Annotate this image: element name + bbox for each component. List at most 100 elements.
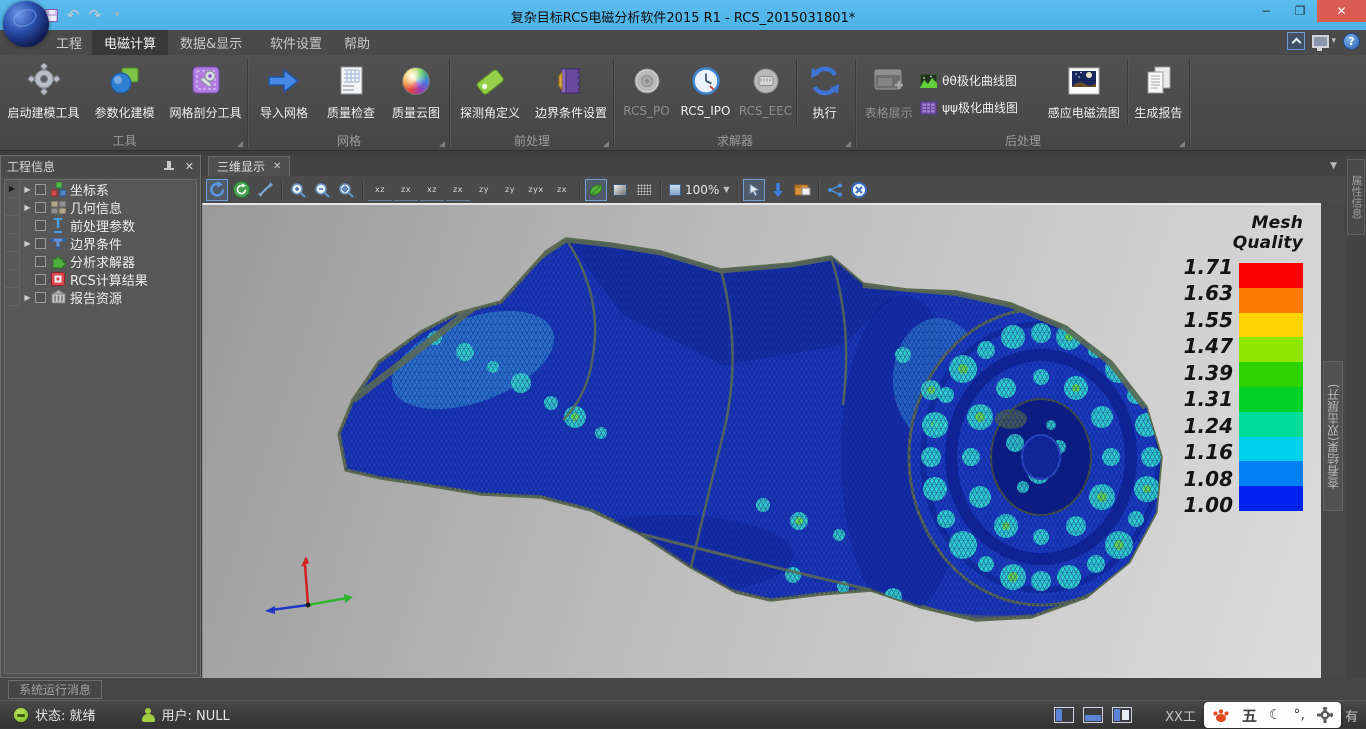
ime-punctuation-icon[interactable]: °, xyxy=(1294,707,1305,723)
view-zx2-button[interactable]: zx xyxy=(446,179,470,201)
expander-icon[interactable]: ▶ xyxy=(20,203,35,212)
properties-tab[interactable]: 属性信息 xyxy=(1347,159,1365,235)
ime-wubi-mode[interactable]: 五 xyxy=(1242,705,1257,726)
3d-viewport[interactable]: Mesh Quality 1.711.63 1.551.47 1.391.31 … xyxy=(202,203,1321,678)
probe-angle-button[interactable]: 探测角定义 xyxy=(451,56,529,121)
generate-report-button[interactable]: 生成报告 xyxy=(1128,56,1189,121)
solver-rcs-eec-button[interactable]: RCS_EEC xyxy=(736,56,796,118)
view-zx-button[interactable]: zx xyxy=(394,179,418,201)
layout-left-panel-icon[interactable] xyxy=(1054,707,1074,723)
zoom-in-button[interactable] xyxy=(287,179,309,201)
cancel-button[interactable] xyxy=(848,179,870,201)
checkbox[interactable] xyxy=(35,220,46,231)
share-link-button[interactable] xyxy=(824,179,846,201)
clock-icon xyxy=(690,61,722,101)
parametric-modeling-button[interactable]: 参数化建模 xyxy=(85,56,165,121)
boundary-condition-button[interactable]: 边界条件设置 xyxy=(529,56,613,121)
ribbon-tab-settings[interactable]: 软件设置 xyxy=(258,30,334,55)
checkbox[interactable] xyxy=(35,292,46,303)
tree-item-preprocess-params[interactable]: T 前处理参数 xyxy=(5,216,196,234)
app-logo-icon xyxy=(3,1,49,47)
execute-button[interactable]: 执行 xyxy=(797,56,853,121)
ime-settings-gear-icon[interactable] xyxy=(1317,707,1333,723)
help-button[interactable]: ? xyxy=(1343,33,1360,50)
rotate-view-button[interactable] xyxy=(206,179,228,201)
tree-item-coordinate-system[interactable]: ▶ ▶ 坐标系 xyxy=(5,180,196,198)
flat-shade-button[interactable] xyxy=(609,179,631,201)
checkbox[interactable] xyxy=(35,274,46,285)
ime-paw-icon xyxy=(1212,707,1230,723)
sync-view-button[interactable] xyxy=(230,179,252,201)
theta-polar-curve-button[interactable]: θθ极化曲线图 xyxy=(920,72,1041,89)
collapse-ribbon-button[interactable] xyxy=(1287,32,1305,50)
select-mode-button[interactable] xyxy=(743,179,765,201)
tab-list-dropdown-icon[interactable]: ▼ xyxy=(1330,161,1337,171)
quality-check-button[interactable]: 质量检查 xyxy=(318,56,384,121)
capture-folder-button[interactable] xyxy=(791,179,813,201)
view-zy2-button[interactable]: zy xyxy=(498,179,522,201)
restore-button[interactable]: ❐ xyxy=(1283,0,1317,22)
view-xz2-button[interactable]: xz xyxy=(420,179,444,201)
dialog-launcher-icon[interactable] xyxy=(237,141,243,147)
chevron-up-icon xyxy=(1292,38,1302,48)
induced-current-map-button[interactable]: 感应电磁流图 xyxy=(1041,56,1127,121)
pan-zoom-arrow-button[interactable] xyxy=(254,179,276,201)
minimize-button[interactable]: − xyxy=(1249,0,1283,22)
view-iso1-button[interactable]: zyx xyxy=(524,179,548,201)
dialog-launcher-icon[interactable] xyxy=(845,141,851,147)
display-style-button[interactable]: ▾ xyxy=(1312,35,1336,48)
close-panel-icon[interactable]: ✕ xyxy=(185,160,194,173)
expander-icon[interactable]: ▶ xyxy=(20,239,35,248)
checkbox[interactable] xyxy=(35,184,46,195)
smooth-shade-leaf-button[interactable] xyxy=(585,179,607,201)
layout-bottom-panel-icon[interactable] xyxy=(1083,707,1103,723)
coordinate-blocks-icon xyxy=(50,182,66,197)
quality-contour-button[interactable]: 质量云图 xyxy=(384,56,448,121)
tab-3d-display[interactable]: 三维显示 ✕ xyxy=(208,156,290,176)
checkbox[interactable] xyxy=(35,238,46,249)
import-mesh-button[interactable]: 导入网格 xyxy=(250,56,318,121)
tree-item-report-resources[interactable]: ▶ 报告资源 xyxy=(5,288,196,306)
system-messages-tab[interactable]: 系统运行消息 xyxy=(8,680,102,699)
zoom-fit-button[interactable] xyxy=(335,179,357,201)
expander-icon[interactable]: ▶ xyxy=(20,293,35,302)
ribbon-tab-help[interactable]: 帮助 xyxy=(332,30,382,55)
checkbox[interactable] xyxy=(35,202,46,213)
tree-item-rcs-results[interactable]: RCS计算结果 xyxy=(5,270,196,288)
mesh-partition-tool-button[interactable]: 网格剖分工具 xyxy=(165,56,247,121)
expander-icon[interactable]: ▶ xyxy=(20,185,35,194)
solver-rcs-ipo-button[interactable]: RCS_IPO xyxy=(676,56,736,118)
dialog-launcher-icon[interactable] xyxy=(1179,141,1185,147)
row-selector[interactable]: ▶ xyxy=(5,180,20,198)
ribbon-group-mesh: 导入网格 质量检查 质量云图 xyxy=(249,55,449,151)
view-zy-button[interactable]: zy xyxy=(472,179,496,201)
ime-halfmoon-icon[interactable]: ☾ xyxy=(1269,707,1282,723)
launch-modeling-tool-button[interactable]: 启动建模工具 xyxy=(3,56,85,121)
pin-icon[interactable] xyxy=(163,161,175,173)
table-display-button[interactable]: 表格展示 xyxy=(857,56,920,121)
tree-item-geometry-info[interactable]: ▶ 几何信息 xyxy=(5,198,196,216)
ribbon-tab-em-compute[interactable]: 电磁计算 xyxy=(92,30,168,55)
tree-item-analysis-solver[interactable]: 分析求解器 xyxy=(5,252,196,270)
layout-right-panel-icon[interactable] xyxy=(1112,707,1132,723)
dialog-launcher-icon[interactable] xyxy=(603,141,609,147)
view-iso2-button[interactable]: zx xyxy=(550,179,574,201)
zoom-level-control[interactable]: 100% ▼ xyxy=(666,183,732,197)
ribbon-tab-data-display[interactable]: 数据&显示 xyxy=(168,30,254,55)
close-button[interactable]: ✕ xyxy=(1317,0,1366,22)
view-xz-button[interactable]: xz xyxy=(368,179,392,201)
psi-polar-curve-button[interactable]: ψψ极化曲线图 xyxy=(920,99,1041,116)
wireframe-points-button[interactable] xyxy=(633,179,655,201)
solver-rcs-po-button[interactable]: RCS_PO xyxy=(618,56,676,118)
tree-item-boundary-conditions[interactable]: ▶ 边界条件 xyxy=(5,234,196,252)
status-indicator: 状态: 就绪 xyxy=(14,705,96,724)
view-results-tab[interactable]: 查看结果(双击展开) xyxy=(1323,361,1343,511)
ime-toolbar[interactable]: 五 ☾ °, xyxy=(1204,702,1341,728)
ribbon-tab-project[interactable]: 工程 xyxy=(44,30,94,55)
checkbox[interactable] xyxy=(35,256,46,267)
dialog-launcher-icon[interactable] xyxy=(439,141,445,147)
legend-title: Mesh Quality xyxy=(1177,213,1303,253)
drop-down-arrow-button[interactable] xyxy=(767,179,789,201)
zoom-out-button[interactable] xyxy=(311,179,333,201)
tab-close-icon[interactable]: ✕ xyxy=(273,161,281,172)
